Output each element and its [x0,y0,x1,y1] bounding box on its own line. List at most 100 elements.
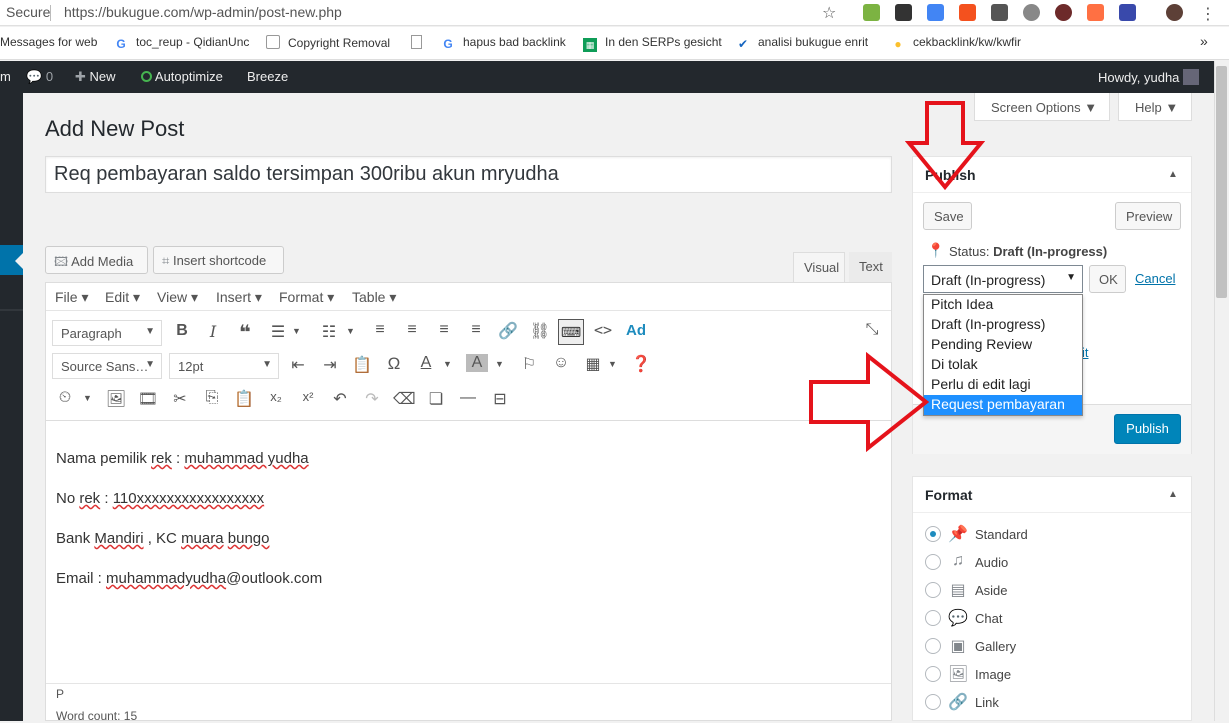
emoticon-icon[interactable]: ☺ [550,354,572,372]
chevron-down-icon[interactable]: ▼ [292,326,301,336]
content-line-email[interactable]: Email : muhammadyudha@outlook.com [56,570,322,587]
page-break-icon[interactable]: ❏ [425,389,447,409]
content-line-name[interactable]: Nama pemilik rek : muhammad yudha [56,450,309,467]
menu-insert[interactable]: Insert ▾ [216,289,262,306]
status-option[interactable]: Perlu di edit lagi [924,375,1082,395]
rss-extension-icon[interactable] [1087,4,1104,21]
checkmark-extension-icon[interactable] [895,4,912,21]
tab-visual[interactable]: Visual [793,252,845,282]
ok-button[interactable]: OK [1089,265,1126,293]
format-label[interactable]: Audio [975,555,1008,570]
insert-link-icon[interactable]: 🔗 [497,321,519,341]
italic-icon[interactable]: I [202,322,224,341]
clock-icon[interactable]: ⏲ [54,389,76,407]
superscript-icon[interactable]: x² [297,389,319,404]
format-radio[interactable] [925,526,941,542]
breeze-link[interactable]: Breeze [247,69,288,84]
toolbar-toggle-icon[interactable]: ⌨ [558,319,584,345]
ad-inserter-icon[interactable]: Ad [626,322,646,339]
numbered-list-icon[interactable]: ☷ [318,322,340,342]
status-option[interactable]: Pitch Idea [924,295,1082,315]
cut-icon[interactable]: ✂ [169,389,191,409]
scrollbar-thumb[interactable] [1216,66,1227,298]
format-label[interactable]: Link [975,695,999,710]
format-label[interactable]: Standard [975,527,1028,542]
cancel-link[interactable]: Cancel [1135,271,1175,286]
bookmark-cekbacklink[interactable]: ● cekbacklink/kw/kwfir [891,35,1021,51]
text-color-icon[interactable]: A [415,354,437,372]
special-character-icon[interactable]: Ω [383,354,405,374]
status-option-selected[interactable]: Request pembayaran [924,395,1082,415]
format-radio[interactable] [925,582,941,598]
blockquote-icon[interactable]: ❝ [234,320,256,345]
fullscreen-icon[interactable]: ⤡ [861,321,883,339]
insert-image-icon[interactable]: 🖼 [105,389,127,409]
preview-button[interactable]: Preview [1115,202,1181,230]
paste-icon[interactable]: 📋 [233,389,255,409]
clear-formatting-icon[interactable]: ⌫ [393,389,416,409]
content-line-bank[interactable]: Bank Mandiri , KC muara bungo [56,530,269,547]
remove-link-icon[interactable]: ⛓ [529,321,551,341]
horizontal-line-icon[interactable]: — [457,389,479,407]
bookmark-hapus-bad-backlink[interactable]: Ghapus bad backlink [441,35,565,51]
align-justify-icon[interactable]: ≡ [465,321,487,339]
paste-text-icon[interactable]: 📋 [351,355,373,375]
font-size-select[interactable]: 12pt ▼ [169,353,279,379]
read-more-icon[interactable]: ⊟ [489,389,511,409]
tab-text[interactable]: Text [849,252,892,282]
format-label[interactable]: Chat [975,611,1002,626]
bookmarks-more[interactable]: » [1200,33,1208,49]
extension-icon[interactable] [863,4,880,21]
align-center-icon[interactable]: ≡ [401,321,423,339]
format-label[interactable]: Gallery [975,639,1016,654]
bookmark-toc-reup[interactable]: Gtoc_reup - QidianUnc [114,35,249,51]
flag-extension-icon[interactable] [1119,4,1136,21]
account-menu[interactable]: Howdy, yudha [1098,69,1200,85]
menu-view[interactable]: View ▾ [157,289,198,306]
menu-dots-icon[interactable]: ⋮ [1200,4,1216,24]
save-draft-button[interactable]: Save [923,202,972,230]
m-extension-icon[interactable] [991,4,1008,21]
format-radio[interactable] [925,638,941,654]
subscript-icon[interactable]: x₂ [265,389,287,404]
check-extension-icon[interactable] [927,4,944,21]
publish-button[interactable]: Publish [1114,414,1181,444]
outdent-icon[interactable]: ⇤ [287,355,309,375]
menu-file[interactable]: File ▾ [55,289,88,306]
code-icon[interactable]: <> [592,321,614,339]
align-right-icon[interactable]: ≡ [433,321,455,339]
content-line-account[interactable]: No rek : 110xxxxxxxxxxxxxxxxx [56,490,264,507]
format-radio[interactable] [925,694,941,710]
bookmark-serps[interactable]: ▦ In den SERPs gesicht [583,35,722,52]
table-icon[interactable]: ▦ [582,354,604,374]
align-left-icon[interactable]: ≡ [369,321,391,339]
menu-format[interactable]: Format ▾ [279,289,334,306]
k-extension-icon[interactable] [1055,4,1072,21]
help-button[interactable]: Help ▼ [1118,93,1192,121]
comments-link[interactable]: 💬 0 [26,69,53,85]
bold-icon[interactable]: B [171,322,193,340]
chevron-down-icon[interactable]: ▼ [83,393,92,403]
bookmark-icon[interactable]: ⚐ [518,354,540,374]
status-option[interactable]: Pending Review [924,335,1082,355]
font-family-select[interactable]: Source Sans… ▼ [52,353,162,379]
chevron-down-icon[interactable]: ▼ [443,359,452,369]
format-label[interactable]: Aside [975,583,1008,598]
bookmark-star-icon[interactable]: ☆ [822,3,836,23]
chevron-down-icon[interactable]: ▼ [495,359,504,369]
chevron-down-icon[interactable]: ▼ [346,326,355,336]
menu-table[interactable]: Table ▾ [352,289,396,306]
background-color-icon[interactable]: A [466,354,488,372]
status-select[interactable]: Draft (In-progress) ▼ [923,265,1083,293]
site-name-partial[interactable]: m [0,69,11,84]
help-icon[interactable]: ❓ [630,354,652,374]
profile-avatar-icon[interactable] [1166,4,1183,21]
indent-icon[interactable]: ⇥ [319,355,341,375]
format-radio[interactable] [925,610,941,626]
new-content-link[interactable]: ✚ New [75,69,116,85]
bookmark-analisi[interactable]: ✔ analisi bukugue enrit [736,35,868,51]
bookmark-messages[interactable]: Messages for web [0,35,97,49]
insert-shortcode-button[interactable]: ⌗ Insert shortcode [153,246,284,274]
redo-icon[interactable]: ↷ [361,389,383,409]
format-radio[interactable] [925,666,941,682]
